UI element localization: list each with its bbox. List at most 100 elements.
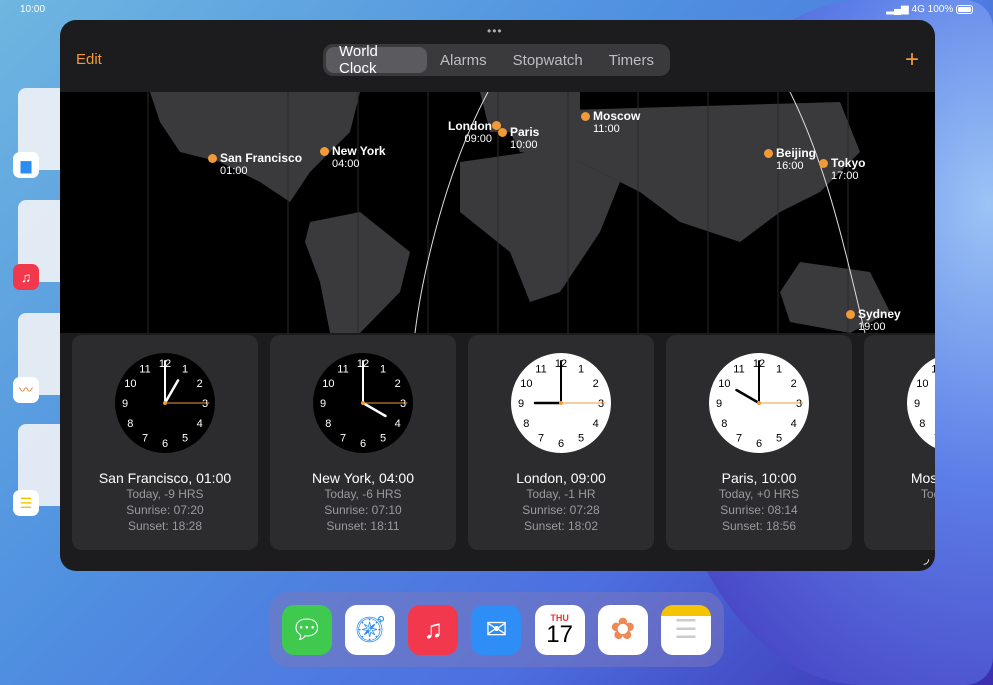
clock-numeral: 7: [736, 433, 742, 445]
tab-world-clock[interactable]: World Clock: [326, 43, 427, 77]
signal-icon: ▂▄▆: [886, 4, 909, 15]
map-pin-new-york[interactable]: New York 04:00: [320, 145, 386, 171]
clock-numeral: 5: [380, 433, 386, 445]
clock-numeral: 2: [593, 378, 599, 390]
clock-numeral: 1: [578, 363, 584, 375]
clock-center: [163, 401, 167, 405]
clock-numeral: 9: [716, 398, 722, 410]
resize-handle-icon[interactable]: ◞: [924, 550, 929, 567]
network: 4G: [911, 4, 925, 15]
clock-card[interactable]: 123456789101112Moscow, 11:00Today, +1 HR…: [864, 335, 935, 550]
tab-stopwatch[interactable]: Stopwatch: [500, 47, 596, 73]
clock-title: Moscow, 11:00: [910, 470, 935, 486]
clock-sunset: Sunset: 18:02: [523, 519, 599, 533]
map-pin-san-francisco[interactable]: San Francisco 01:00: [208, 152, 302, 178]
messages-icon[interactable]: 💬︎: [282, 604, 332, 655]
battery-icon: [956, 4, 973, 14]
clock-numeral: 8: [919, 418, 925, 430]
tab-bar: World Clock Alarms Stopwatch Timers: [323, 43, 670, 77]
clock-numeral: 10: [124, 378, 136, 390]
clock-card[interactable]: 123456789101112Paris, 10:00Today, +0 HRS…: [666, 335, 852, 550]
clock-numeral: 5: [182, 433, 188, 445]
edit-button[interactable]: Edit: [76, 51, 102, 68]
battery-level: 100%: [927, 4, 954, 15]
freeform-icon[interactable]: 〰: [13, 377, 39, 403]
clock-app-window: ••• Edit World Clock Alarms Stopwatch Ti…: [60, 20, 935, 571]
clock-center: [361, 401, 365, 405]
clock-center: [559, 401, 563, 405]
status-bar: 10:00 ▂▄▆ 4G 100%: [20, 4, 973, 18]
clock-numeral: 9: [914, 398, 920, 410]
clock-card[interactable]: 123456789101112San Francisco, 01:00Today…: [72, 335, 258, 550]
clock-numeral: 10: [322, 378, 334, 390]
map-pin-paris[interactable]: Paris 10:00: [498, 126, 539, 152]
clock-numeral: 6: [756, 438, 762, 450]
clock-center: [757, 401, 761, 405]
clock-numeral: 6: [162, 438, 168, 450]
tab-timers[interactable]: Timers: [596, 47, 667, 73]
notes-icon[interactable]: ☰: [13, 490, 39, 516]
clock-numeral: 2: [791, 378, 797, 390]
map-pin-sydney[interactable]: Sydney 19:00: [846, 308, 901, 333]
mail-envelope-icon[interactable]: ✉: [471, 604, 522, 655]
clock-title: London, 09:00: [516, 470, 606, 486]
clock-numeral: 10: [520, 378, 532, 390]
photos-flower-icon[interactable]: ✿: [597, 604, 648, 655]
status-time: 10:00: [20, 4, 46, 15]
calendar-icon[interactable]: THU 17: [534, 604, 585, 655]
clock-sunrise: Sunrise:: [864, 502, 936, 518]
music-icon[interactable]: ♫: [13, 264, 39, 290]
clock-numeral: 4: [395, 418, 401, 430]
clock-numeral: 8: [523, 418, 529, 430]
calendar-date: 17: [546, 620, 573, 648]
clock-sunrise: Sunrise: 07:10: [324, 503, 402, 517]
clock-card[interactable]: 123456789101112New York, 04:00Today, -6 …: [270, 335, 456, 550]
clock-numeral: 7: [142, 433, 148, 445]
clock-numeral: 4: [791, 418, 797, 430]
clock-title: Paris, 10:00: [721, 470, 797, 486]
clock-numeral: 8: [127, 418, 133, 430]
clock-numeral: 7: [538, 433, 544, 445]
clock-sunrise: Sunrise: 07:28: [522, 503, 600, 517]
clock-numeral: 3: [598, 398, 604, 410]
clock-numeral: 10: [718, 378, 730, 390]
tab-alarms[interactable]: Alarms: [427, 47, 500, 73]
add-button[interactable]: +: [905, 46, 919, 74]
analog-clock: 123456789101112: [709, 353, 809, 453]
clock-offset: Today, -9 HRS: [126, 487, 204, 501]
clock-numeral: 3: [400, 398, 406, 410]
clock-numeral: 7: [934, 433, 935, 445]
safari-compass-icon[interactable]: 🧭︎: [345, 604, 396, 655]
clock-numeral: 2: [395, 378, 401, 390]
analog-clock: 123456789101112: [511, 353, 611, 453]
clock-numeral: 4: [197, 418, 203, 430]
map-pin-london[interactable]: London 09:00: [446, 120, 501, 146]
clock-offset: Today, -1 HR: [526, 487, 596, 501]
notes-icon[interactable]: ☰: [660, 604, 711, 655]
clock-numeral: 4: [593, 418, 599, 430]
clock-numeral: 1: [776, 363, 782, 375]
world-map: San Francisco 01:00 New York 04:00 London 0…: [60, 92, 935, 333]
home-screen: 10:00 ▂▄▆ 4G 100% ▆ ♫ 〰 ☰ ••• Edit World…: [0, 0, 993, 685]
map-pin-moscow[interactable]: Moscow 11:00: [581, 110, 640, 136]
window-grabber[interactable]: •••: [487, 24, 503, 38]
clock-numeral: 3: [796, 398, 802, 410]
clock-numeral: 5: [578, 433, 584, 445]
clock-numeral: 11: [535, 363, 546, 375]
clock-offset: Today, +1 HR: [920, 487, 935, 501]
clock-numeral: 6: [360, 438, 366, 450]
analog-clock: 123456789101112: [115, 353, 215, 453]
clock-sunrise: Sunrise: 08:14: [720, 503, 798, 517]
map-pin-beijing[interactable]: Beijing 16:00: [764, 147, 816, 173]
clock-card[interactable]: 123456789101112London, 09:00Today, -1 HR…: [468, 335, 654, 550]
clock-numeral: 8: [325, 418, 331, 430]
clock-numeral: 11: [733, 363, 744, 375]
clock-numeral: 8: [721, 418, 727, 430]
clock-sunset: Sunset: 18:11: [326, 519, 400, 533]
music-note-icon[interactable]: ♫: [408, 604, 459, 655]
clock-offset: Today, +0 HRS: [718, 487, 800, 501]
map-pin-tokyo[interactable]: Tokyo 17:00: [819, 157, 865, 183]
clock-numeral: 5: [776, 433, 782, 445]
files-icon[interactable]: ▆: [13, 152, 39, 178]
analog-clock: 123456789101112: [907, 358, 935, 448]
